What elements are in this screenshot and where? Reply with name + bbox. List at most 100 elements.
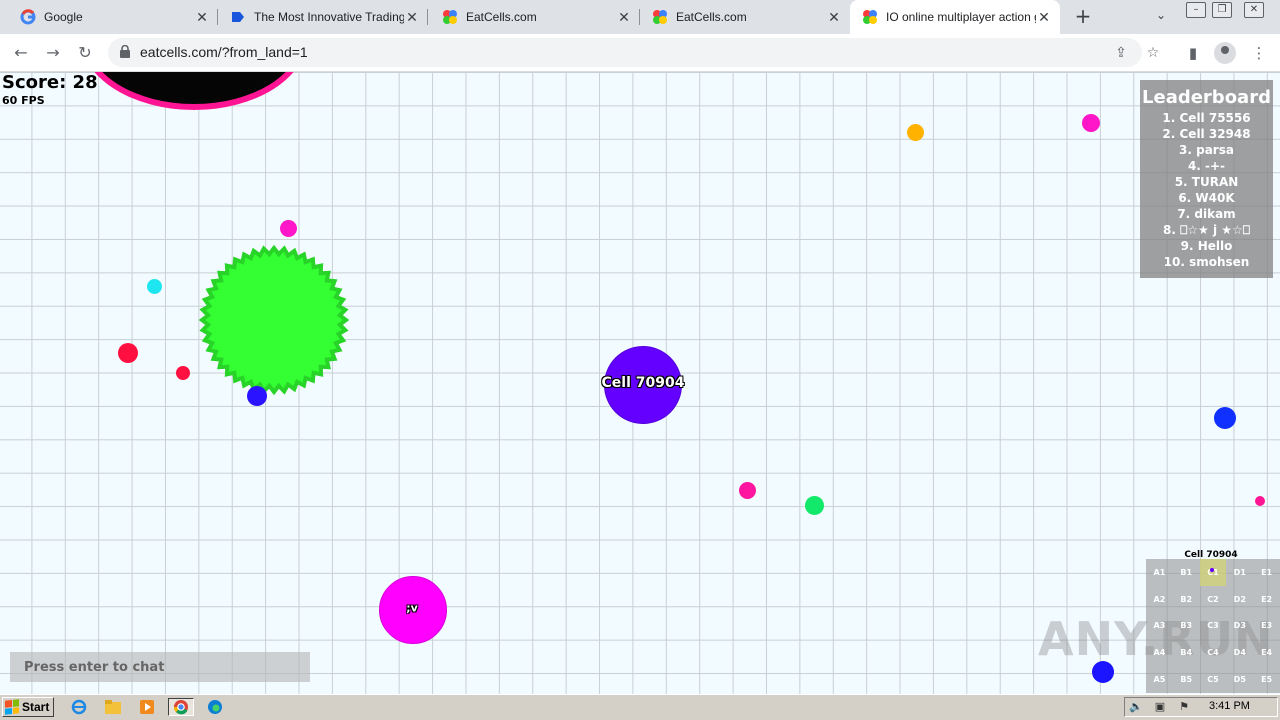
minimap-sector: A4 xyxy=(1153,648,1166,658)
food-pellet xyxy=(147,279,162,294)
minimap-sector: D2 xyxy=(1233,594,1246,604)
edge-icon[interactable] xyxy=(204,698,226,716)
minimap-sector: E3 xyxy=(1261,621,1273,631)
url-text[interactable]: eatcells.com/?from_land=1 xyxy=(140,44,308,60)
leaderboard-entry: 8. ⎕☆★ j ★☆⎕ xyxy=(1163,223,1250,237)
trading-site-icon xyxy=(232,12,244,22)
minimap-sector: D5 xyxy=(1233,675,1246,685)
eatcells-icon xyxy=(653,10,667,24)
minimap-sector: C4 xyxy=(1207,648,1219,658)
fps-counter: 60 FPS xyxy=(2,94,45,107)
side-panel-icon[interactable]: ▮ xyxy=(1182,42,1204,64)
eatcells-icon xyxy=(863,10,877,24)
minimap-sector: C3 xyxy=(1207,621,1219,631)
share-icon[interactable]: ⇪ xyxy=(1112,44,1130,62)
start-button[interactable]: Start xyxy=(2,697,54,717)
tab-title: The Most Innovative Trading Pl xyxy=(254,10,404,24)
minimap-sector: A3 xyxy=(1153,621,1166,631)
food-pellet xyxy=(805,496,824,515)
minimap-player-dot xyxy=(1210,568,1214,572)
minimap-sector: D1 xyxy=(1233,567,1246,577)
media-player-icon[interactable] xyxy=(136,698,158,716)
leaderboard-entry: 1. Cell 75556 xyxy=(1162,111,1251,125)
close-icon[interactable]: ✕ xyxy=(826,9,842,26)
google-icon xyxy=(20,9,36,25)
tab-title: EatCells.com xyxy=(466,10,537,24)
volume-icon[interactable]: 🔈 xyxy=(1129,700,1143,714)
reload-icon[interactable]: ↻ xyxy=(74,42,96,64)
food-pellet xyxy=(907,124,924,141)
minimap-sector: B2 xyxy=(1180,594,1193,604)
food-pellet xyxy=(118,343,138,363)
leaderboard-panel: Leaderboard 1. Cell 75556 2. Cell 32948 … xyxy=(1140,80,1273,278)
action-center-flag-icon[interactable]: ⚑ xyxy=(1177,700,1191,714)
windows-logo-icon xyxy=(5,699,19,715)
tab-title: EatCells.com xyxy=(676,10,747,24)
food-pellet xyxy=(247,386,267,406)
food-pellet xyxy=(1082,114,1100,132)
explorer-folder-icon[interactable] xyxy=(102,698,124,716)
lock-icon xyxy=(120,45,130,58)
eatcells-icon xyxy=(443,10,457,24)
food-pellet xyxy=(176,366,190,380)
tab-eatcells-1[interactable]: EatCells.com ✕ xyxy=(430,0,640,34)
tab-separator xyxy=(427,9,428,25)
minimap-sector: B1 xyxy=(1180,567,1193,577)
ie-icon[interactable] xyxy=(68,698,90,716)
enemy-cell-name: ;v xyxy=(406,601,418,615)
virus-cell xyxy=(198,244,350,396)
tab-eatcells-2[interactable]: EatCells.com ✕ xyxy=(640,0,850,34)
tab-google[interactable]: Google ✕ xyxy=(8,0,218,34)
tab-trading[interactable]: The Most Innovative Trading Pl ✕ xyxy=(218,0,428,34)
score-display: Score: 28 xyxy=(2,72,98,93)
minimap-sector: B3 xyxy=(1180,621,1193,631)
browser-toolbar: ← → ↻ eatcells.com/?from_land=1 ⇪ ☆ ▮ ⋮ xyxy=(0,34,1280,72)
minimap-sector: E1 xyxy=(1261,567,1273,577)
tab-strip: Google ✕ The Most Innovative Trading Pl … xyxy=(0,0,1280,34)
food-pellet xyxy=(1214,407,1236,429)
restore-icon[interactable]: ❐ xyxy=(1212,2,1232,18)
new-tab-button[interactable]: + xyxy=(1072,6,1094,28)
close-window-icon[interactable]: ✕ xyxy=(1244,2,1264,18)
minimap-sector: A2 xyxy=(1153,594,1166,604)
close-icon[interactable]: ✕ xyxy=(1036,9,1052,26)
leaderboard-title: Leaderboard xyxy=(1142,87,1271,108)
tab-title: Google xyxy=(44,10,83,24)
tab-search-icon[interactable]: ⌄ xyxy=(1152,8,1170,26)
game-canvas[interactable]: Cell 70904 ;v Score: 28 60 FPS Leaderboa… xyxy=(0,72,1280,694)
profile-avatar-icon[interactable] xyxy=(1214,42,1236,64)
address-bar[interactable]: eatcells.com/?from_land=1 ⇪ ☆ xyxy=(108,38,1159,67)
minimap-sector: A1 xyxy=(1153,567,1166,577)
close-icon[interactable]: ✕ xyxy=(194,9,210,26)
clock: 3:41 PM xyxy=(1209,700,1250,712)
minimap-sector: B4 xyxy=(1180,648,1193,658)
back-icon[interactable]: ← xyxy=(10,42,32,64)
forward-icon[interactable]: → xyxy=(42,42,64,64)
close-icon[interactable]: ✕ xyxy=(404,9,420,26)
minimap-sector: C2 xyxy=(1207,594,1219,604)
start-label: Start xyxy=(22,700,50,714)
minimap-sector: A5 xyxy=(1153,675,1166,685)
player-cell-name: Cell 70904 xyxy=(601,375,685,391)
leaderboard-entry: 7. dikam xyxy=(1177,207,1236,221)
system-tray: 🔈 ▣ ⚑ 3:41 PM xyxy=(1124,697,1278,717)
minimap-sector: E4 xyxy=(1261,648,1273,658)
chrome-taskbar-icon[interactable] xyxy=(168,698,194,716)
minimap-sector: D3 xyxy=(1233,621,1246,631)
minimize-icon[interactable]: – xyxy=(1186,2,1206,18)
tab-io-game[interactable]: IO online multiplayer action ga ✕ xyxy=(850,0,1060,34)
food-pellet xyxy=(280,220,297,237)
menu-kebab-icon[interactable]: ⋮ xyxy=(1248,42,1270,64)
close-icon[interactable]: ✕ xyxy=(616,9,632,26)
windows-taskbar: Start 🔈 ▣ ⚑ 3:41 PM xyxy=(0,694,1280,720)
tab-title: IO online multiplayer action ga xyxy=(886,10,1036,24)
bookmark-star-icon[interactable]: ☆ xyxy=(1144,44,1162,62)
leaderboard-entry: 9. Hello xyxy=(1180,239,1233,253)
minimap-sector: B5 xyxy=(1180,675,1193,685)
leaderboard-entry: 5. TURAN xyxy=(1174,175,1239,189)
food-pellet xyxy=(1255,496,1265,506)
chat-input[interactable]: Press enter to chat xyxy=(10,652,310,682)
leaderboard-entry: 2. Cell 32948 xyxy=(1162,127,1251,141)
network-icon[interactable]: ▣ xyxy=(1153,700,1167,714)
minimap-sector: E2 xyxy=(1261,594,1273,604)
